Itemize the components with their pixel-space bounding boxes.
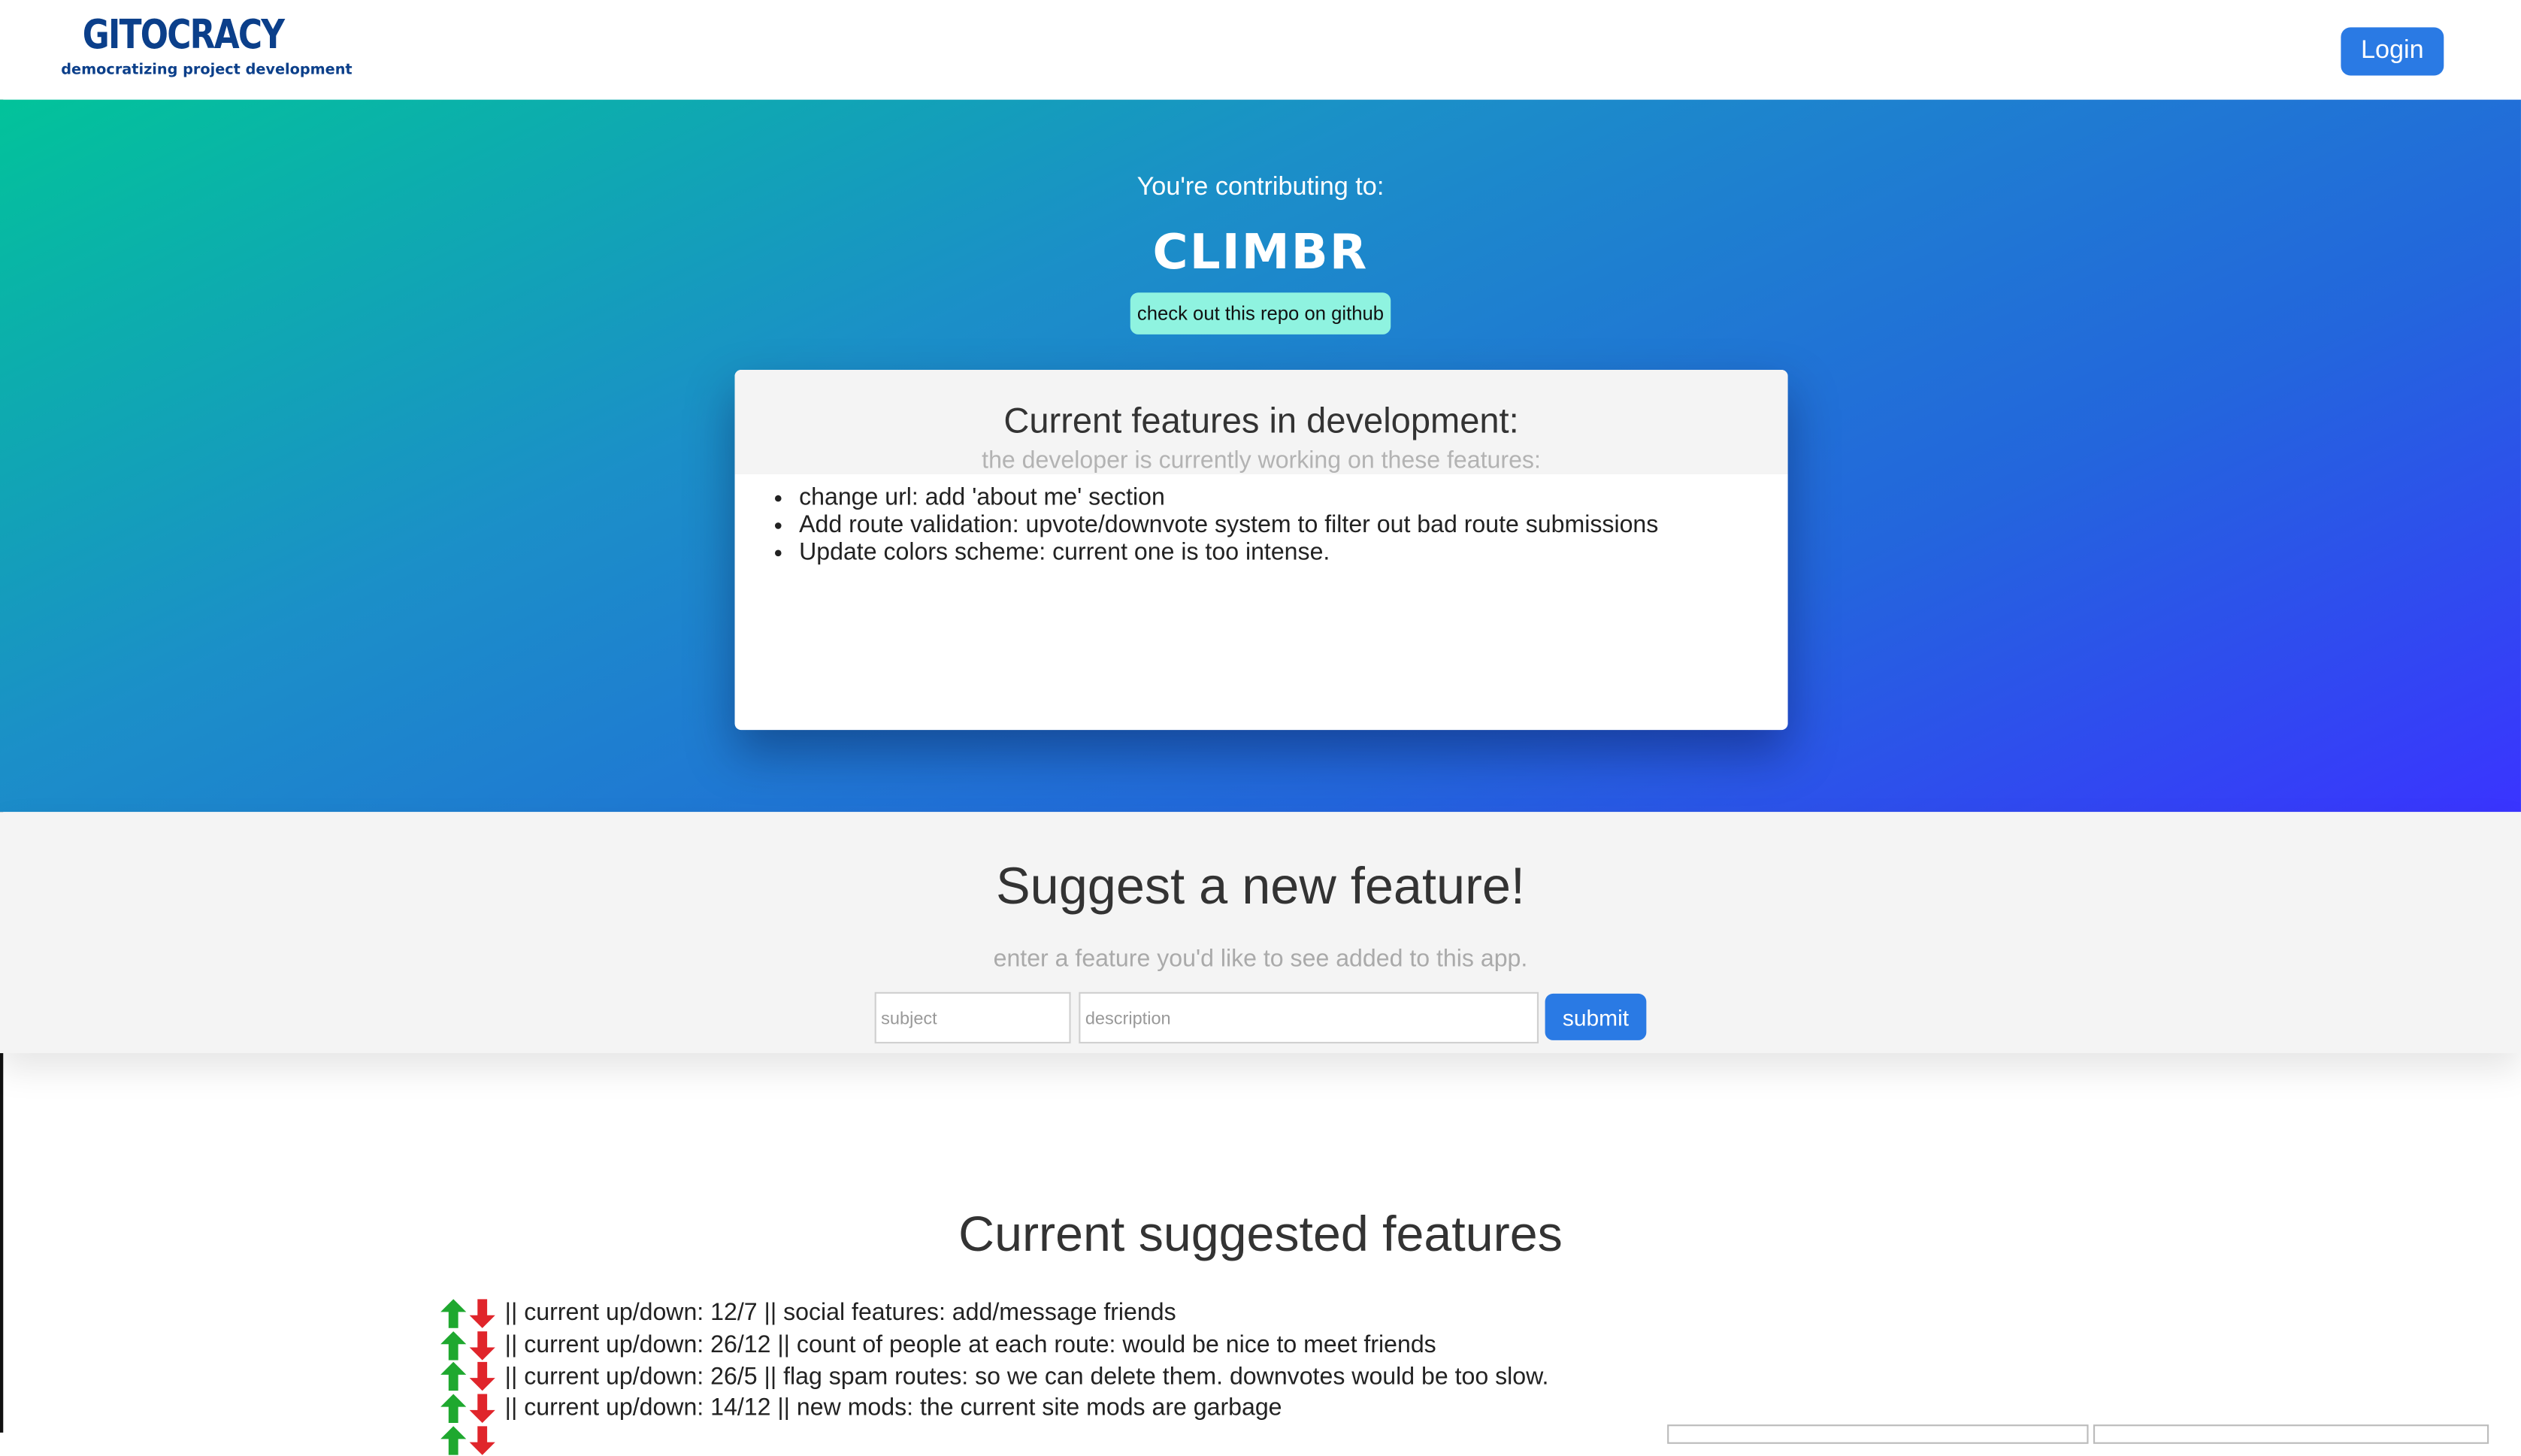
list-item: || current up/down: 26/5 || flag spam ro… (440, 1361, 1548, 1392)
downvote-arrow-icon[interactable] (469, 1298, 495, 1328)
github-repo-button[interactable]: check out this repo on github (1130, 292, 1391, 334)
list-item: || current up/down: 14/12 || new mods: t… (440, 1393, 1548, 1424)
top-navbar: GITOCRACY democratizing project developm… (0, 0, 2521, 100)
app-canvas: GITOCRACY democratizing project developm… (0, 0, 2521, 1454)
brand-title: GITOCRACY (82, 11, 285, 59)
upvote-arrow-icon[interactable] (440, 1425, 467, 1454)
dev-feature-item: Add route validation: upvote/downvote sy… (799, 511, 1658, 538)
downvote-arrow-icon[interactable] (469, 1394, 495, 1423)
dev-card-subtitle: the developer is currently working on th… (982, 446, 1541, 475)
downvote-arrow-icon[interactable] (469, 1330, 495, 1360)
page: GITOCRACY democratizing project developm… (0, 0, 2521, 1454)
suggested-features-title: Current suggested features (958, 1206, 1563, 1263)
contributing-label: You're contributing to: (1136, 174, 1385, 201)
list-item: || current up/down: 26/12 || count of pe… (440, 1329, 1548, 1361)
dev-card-title: Current features in development: (1003, 400, 1519, 441)
downvote-arrow-icon[interactable] (469, 1425, 495, 1454)
list-item-partial (440, 1424, 1548, 1456)
feature-text: || current up/down: 26/5 || flag spam ro… (504, 1363, 1549, 1391)
brand-subtitle: democratizing project development (61, 62, 353, 79)
suggest-subtitle: enter a feature you'd like to see added … (993, 945, 1528, 973)
list-item: || current up/down: 12/7 || social featu… (440, 1297, 1548, 1329)
repo-name: CLIMBR (1152, 225, 1369, 282)
description-input[interactable]: description (1079, 991, 1539, 1044)
suggest-title: Suggest a new feature! (995, 857, 1525, 916)
dev-features-card: Current features in development: the dev… (734, 369, 1788, 731)
feature-text: || current up/down: 26/12 || count of pe… (504, 1331, 1436, 1359)
downvote-arrow-icon[interactable] (469, 1362, 495, 1391)
upvote-arrow-icon[interactable] (440, 1330, 467, 1360)
upvote-arrow-icon[interactable] (440, 1362, 467, 1391)
login-button[interactable]: Login (2341, 27, 2444, 76)
hero-section: You're contributing to: CLIMBR check out… (0, 99, 2521, 813)
bottom-panel-left (1667, 1424, 2089, 1444)
dev-feature-item: Update colors scheme: current one is too… (799, 539, 1658, 566)
bottom-panel-right (2093, 1424, 2489, 1444)
feature-text: || current up/down: 14/12 || new mods: t… (504, 1394, 1282, 1422)
dev-feature-list: change url: add 'about me' section Add r… (799, 484, 1658, 566)
upvote-arrow-icon[interactable] (440, 1298, 467, 1328)
suggest-section: Suggest a new feature! enter a feature y… (0, 812, 2521, 1054)
suggested-features-list: || current up/down: 12/7 || social featu… (440, 1297, 1548, 1456)
brand-logo[interactable]: GITOCRACY democratizing project developm… (61, 10, 353, 79)
upvote-arrow-icon[interactable] (440, 1394, 467, 1423)
feature-text: || current up/down: 12/7 || social featu… (504, 1300, 1176, 1327)
subject-input[interactable]: subject (874, 991, 1071, 1044)
submit-button[interactable]: submit (1545, 993, 1647, 1040)
dev-feature-item: change url: add 'about me' section (799, 484, 1658, 511)
